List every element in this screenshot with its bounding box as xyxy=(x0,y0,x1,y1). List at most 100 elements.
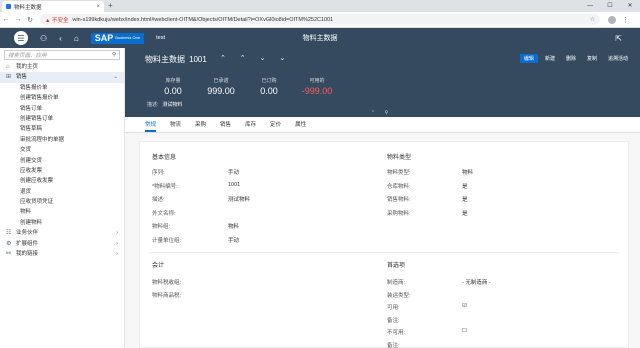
type-field-value[interactable]: 物料 xyxy=(462,168,473,176)
account-avatar[interactable] xyxy=(608,15,616,24)
menu-icon[interactable]: ☰ xyxy=(14,31,28,45)
sidebar-item-2[interactable]: 销售报价单 xyxy=(0,83,124,93)
sidebar-item-15[interactable]: 创建物料 xyxy=(0,218,124,228)
new-tab-button[interactable]: + xyxy=(108,1,113,11)
sidebar-item-label: 扩展组件 xyxy=(16,240,39,247)
sidebar-item-label: 创建物料 xyxy=(20,219,43,226)
preferences-title: 首选项 xyxy=(387,263,406,269)
preference-field-value[interactable]: ☑ xyxy=(462,303,467,309)
basic-field-label: 描述: xyxy=(152,197,165,203)
collapse-header-icon[interactable]: ⌃ ⚲ xyxy=(371,110,392,116)
preference-field-label: 可用: xyxy=(387,305,400,311)
sidebar-nav: ⌂ 我的主页 ⊞ 销售 ⌄ 销售报价单 创建销售报价单 销售订单 创建销售订单 销售草稿 审批流程中… xyxy=(0,62,124,259)
close-tab-icon[interactable]: × xyxy=(96,4,100,10)
basic-field-value[interactable]: 测试物料 xyxy=(228,195,250,203)
sidebar-item-17[interactable]: ⚙ 扩展组件 › xyxy=(0,239,124,249)
sidebar-item-14[interactable]: 物料 xyxy=(0,207,124,217)
new-button[interactable]: 新建 xyxy=(541,54,559,63)
sidebar-item-8[interactable]: 交货 xyxy=(0,145,124,155)
delete-button[interactable]: 删除 xyxy=(562,54,580,63)
browser-tab[interactable]: 物料主数据 × xyxy=(2,1,104,12)
sidebar-item-5[interactable]: 创建销售订单 xyxy=(0,114,124,124)
sidebar-item-13[interactable]: 应收贷项凭证 xyxy=(0,197,124,207)
browser-menu-icon[interactable]: ⋮ xyxy=(622,16,629,24)
tab-properties[interactable]: 属性 xyxy=(295,117,306,132)
tab-pricing[interactable]: 定价 xyxy=(270,117,281,132)
sidebar-item-label: 应收贷项凭证 xyxy=(20,199,54,206)
trace-activity-button[interactable]: 追溯活动 xyxy=(604,54,632,63)
tab-general[interactable]: 常规 xyxy=(145,117,157,132)
tab-purchasing[interactable]: 采购 xyxy=(195,117,206,132)
sidebar-item-1[interactable]: ⊞ 销售 ⌄ xyxy=(0,72,124,83)
copy-button[interactable]: 复制 xyxy=(583,54,601,63)
extension-icon: ⚙ xyxy=(6,240,12,247)
sidebar-item-3[interactable]: 创建销售报价单 xyxy=(0,93,124,103)
basic-field-value[interactable]: 物料 xyxy=(228,222,239,230)
sidebar-item-10[interactable]: 应收发票 xyxy=(0,166,124,176)
tab-sales[interactable]: 销售 xyxy=(220,117,231,132)
sidebar-item-11[interactable]: 创建应收发票 xyxy=(0,176,124,186)
item-type-title: 物料类型 xyxy=(387,155,412,161)
type-field-value[interactable]: 是 xyxy=(462,209,468,217)
edit-button[interactable]: 编辑 xyxy=(519,54,538,63)
sidebar-item-label: 销售 xyxy=(16,74,28,81)
basic-field-label: 序列: xyxy=(152,170,165,176)
type-field-value[interactable]: 是 xyxy=(462,195,468,203)
sidebar-item-7[interactable]: 审批流程中的单据 xyxy=(0,135,124,145)
preference-field-value[interactable]: - 无制造商 - xyxy=(462,278,491,286)
basic-field-label: *物料编号: xyxy=(152,183,178,190)
general-card: 基本信息 物料类型 会计 首选项 序列: 手动 *物料编号: 1001 描述: 测试物料外… xyxy=(139,141,629,348)
url-field[interactable]: ▲ 不安全 win-s199kdkuju/webx/index.html#web… xyxy=(40,14,600,25)
sidebar-item-0[interactable]: ⌂ 我的主页 xyxy=(0,62,124,72)
sidebar-item-9[interactable]: 创建交货 xyxy=(0,156,124,166)
type-field-value[interactable]: 是 xyxy=(462,182,468,190)
reload-icon[interactable]: ↻ xyxy=(24,16,36,24)
security-warning[interactable]: ▲ 不安全 xyxy=(45,16,68,24)
sidebar-item-label: 我的链接 xyxy=(16,251,39,258)
sidebar-item-6[interactable]: 销售草稿 xyxy=(0,124,124,134)
expand-icon[interactable]: ⇱ xyxy=(615,34,622,43)
close-window-button[interactable]: ✕ xyxy=(620,0,640,12)
back-nav-icon[interactable]: ‹ xyxy=(59,34,62,43)
chevron-right-icon: › xyxy=(116,251,118,258)
type-field-label: 销售物料: xyxy=(387,197,411,203)
sidebar-item-18[interactable]: ⚯ 我的链接 › xyxy=(0,249,124,259)
preference-field-label: 制造商: xyxy=(387,280,406,286)
favicon-icon xyxy=(6,4,11,9)
maximize-button[interactable]: ☐ xyxy=(600,0,620,12)
minimize-button[interactable]: — xyxy=(580,0,600,12)
preference-field-label: 不可用: xyxy=(387,330,406,336)
sidebar-item-12[interactable]: 退货 xyxy=(0,187,124,197)
type-field-label: 仓库物料: xyxy=(387,183,411,190)
link-icon: ⚯ xyxy=(6,251,12,258)
basic-field-label: 计量单位组: xyxy=(152,237,182,244)
sidebar-item-label: 创建交货 xyxy=(20,157,43,164)
basic-field-value[interactable]: 手动 xyxy=(228,236,239,244)
partner-icon: ☷ xyxy=(6,230,12,237)
accounting-title: 会计 xyxy=(152,263,165,269)
object-title: 物料主数据 1001 xyxy=(145,55,207,64)
tab-inventory[interactable]: 库存 xyxy=(245,117,256,132)
record-nav-arrows[interactable]: ⌃ ⌃ ⌄ ⌄ xyxy=(220,54,291,62)
accounting-field-label: 物料税收组: xyxy=(152,280,182,286)
object-number: 1001 xyxy=(189,55,207,64)
basic-field-value[interactable]: 1001 xyxy=(228,182,240,188)
sidebar-item-16[interactable]: ☷ 业务伙伴 › xyxy=(0,228,124,238)
sidebar-item-4[interactable]: 销售订单 xyxy=(0,104,124,114)
browser-tab-title: 物料主数据 xyxy=(14,4,42,11)
basic-field-value[interactable]: 手动 xyxy=(228,168,239,176)
user-icon[interactable]: ⚇ xyxy=(40,34,47,43)
basic-field-label: 外文名称: xyxy=(152,210,176,217)
sidebar-item-label: 销售草稿 xyxy=(20,126,43,133)
back-icon[interactable]: ← xyxy=(0,16,12,23)
sidebar-item-label: 审批流程中的单据 xyxy=(20,136,65,143)
bookmark-star-icon[interactable]: ☆ xyxy=(590,16,595,23)
preference-field-value[interactable]: ☐ xyxy=(462,328,467,334)
tab-bar: 常规 物流 采购 销售 库存 定价 属性 xyxy=(125,117,640,133)
home-nav-icon[interactable]: ⌂ xyxy=(74,34,79,43)
forward-icon[interactable]: → xyxy=(12,16,24,23)
sidebar-search-input[interactable]: 搜索页面、应用 ⚲ xyxy=(4,50,120,60)
tab-logistics[interactable]: 物流 xyxy=(170,117,181,132)
search-icon[interactable]: ⚲ xyxy=(112,52,116,58)
chevron-down-icon: ⌄ xyxy=(113,74,118,81)
